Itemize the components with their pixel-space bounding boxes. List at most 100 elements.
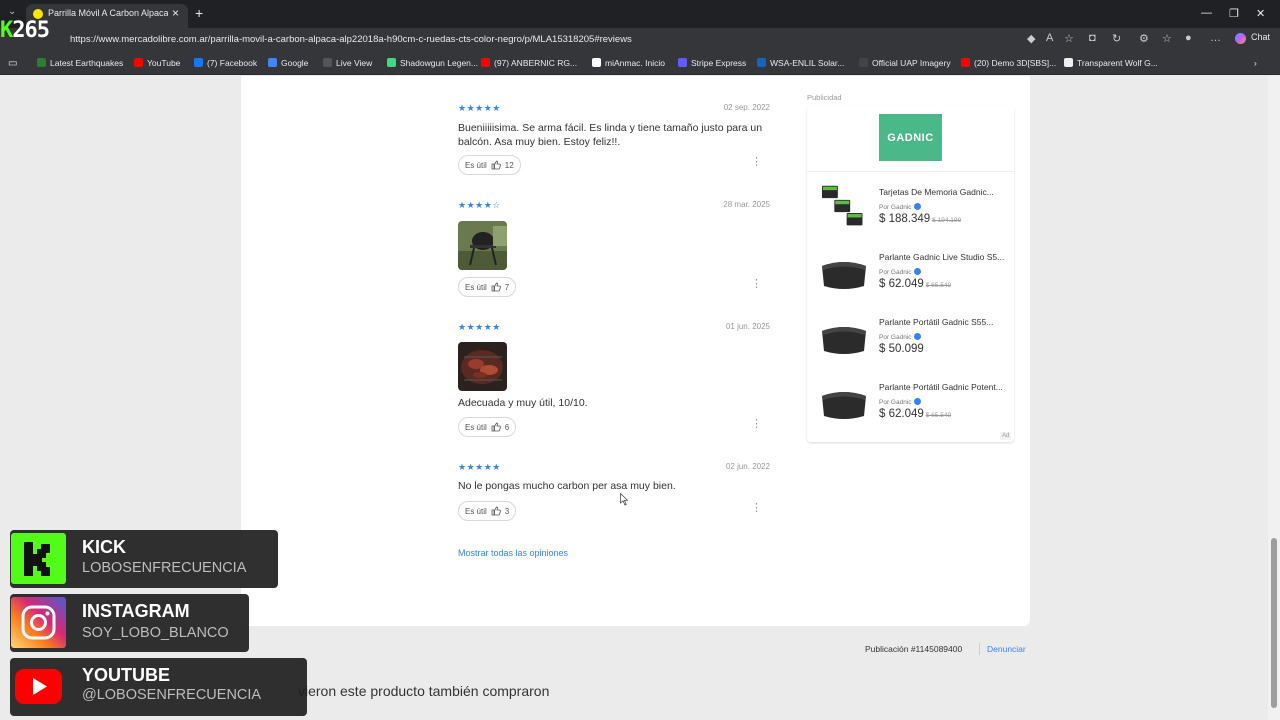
bookmark-item[interactable]: Shadowgun Legen... xyxy=(387,58,478,68)
bookmark-favicon-icon xyxy=(859,58,868,67)
bookmarks-overflow-icon[interactable]: › xyxy=(1254,58,1257,68)
bookmark-favicon-icon xyxy=(268,58,277,67)
ad-title[interactable]: Parlante Gadnic Live Studio S5... xyxy=(879,252,1007,262)
bookmark-label: Transparent Wolf G... xyxy=(1077,58,1158,68)
ad-seller: Por Gadnic xyxy=(879,398,1007,406)
read-aloud-icon[interactable]: A xyxy=(1046,32,1053,44)
ad-title[interactable]: Parlante Portátil Gadnic Potent... xyxy=(879,382,1007,392)
ads-label: Publicidad xyxy=(807,93,842,102)
bookmark-label: Official UAP Imagery xyxy=(872,58,951,68)
star-rating: ★★★★★ xyxy=(458,103,501,113)
bookmark-item[interactable]: miAnmac. Inicio xyxy=(592,58,665,68)
more-menu-icon[interactable]: … xyxy=(1210,32,1221,44)
speaker-image[interactable] xyxy=(818,317,870,361)
star-rating: ★★★★☆ xyxy=(458,200,501,210)
streamer-logo: K265 xyxy=(0,18,50,43)
refresh-icon[interactable]: ↻ xyxy=(1112,32,1121,45)
tag-icon[interactable]: ◆ xyxy=(1027,32,1035,45)
bookmark-item[interactable]: Google xyxy=(268,58,308,68)
helpful-button[interactable]: Es útil 7 xyxy=(458,277,517,297)
tab-list-icon[interactable]: ⌄ xyxy=(8,6,16,17)
divider xyxy=(979,643,980,655)
bookmark-item[interactable]: (20) Demo 3D[SBS]... xyxy=(961,58,1056,68)
memory-card-image[interactable] xyxy=(818,184,870,228)
helpful-count: 3 xyxy=(504,506,510,516)
bookmark-item[interactable]: WSA-ENLIL Solar... xyxy=(757,58,844,68)
bookmark-favicon-icon xyxy=(387,58,396,67)
review-item: ★★★★★ 02 jun. 2022 No le pongas mucho ca… xyxy=(458,462,770,524)
thumbs-up-icon xyxy=(491,282,501,292)
helpful-count: 6 xyxy=(504,422,510,432)
ad-item[interactable]: Parlante Portátil Gadnic Potent... Por G… xyxy=(879,382,1007,420)
ad-price: $ 62.049 $ 65.549 xyxy=(879,408,952,420)
star-rating: ★★★★★ xyxy=(458,462,501,472)
ad-item[interactable]: Parlante Portátil Gadnic S55... Por Gadn… xyxy=(879,317,1007,355)
review-date: 02 jun. 2022 xyxy=(725,462,770,471)
report-link[interactable]: Denunciar xyxy=(987,644,1026,654)
review-date: 01 jun. 2025 xyxy=(725,322,770,331)
review-text: Adecuada y muy útil, 10/10. xyxy=(458,397,588,409)
bookmark-favicon-icon xyxy=(592,58,601,67)
close-window-icon[interactable]: ✕ xyxy=(1256,7,1265,20)
ad-seller: Por Gadnic xyxy=(879,333,1007,341)
review-options-icon[interactable]: ⋮ xyxy=(751,157,762,168)
show-all-reviews-link[interactable]: Mostrar todas las opiniones xyxy=(458,548,568,558)
speaker-image[interactable] xyxy=(818,252,870,296)
bookmark-item[interactable]: Live View xyxy=(323,58,372,68)
instagram-handle: SOY_LOBO_BLANCO xyxy=(82,625,229,641)
favorite-star-icon[interactable]: ☆ xyxy=(1064,32,1074,45)
url-field[interactable]: https://www.mercadolibre.com.ar/parrilla… xyxy=(70,34,632,45)
helpful-button[interactable]: Es útil 3 xyxy=(458,501,517,521)
youtube-icon xyxy=(15,669,62,704)
sidebar-toggle-icon[interactable]: ▭ xyxy=(8,58,17,69)
favorites-icon[interactable]: ☆ xyxy=(1162,32,1172,45)
instagram-icon xyxy=(11,597,66,648)
review-options-icon[interactable]: ⋮ xyxy=(751,419,762,430)
ad-old-price: $ 65.549 xyxy=(925,282,952,289)
copilot-icon xyxy=(1235,33,1246,44)
ad-seller: Por Gadnic xyxy=(879,268,1007,276)
review-date: 28 mar. 2025 xyxy=(723,200,770,209)
ad-title[interactable]: Tarjetas De Memoria Gadnic... xyxy=(879,187,1007,197)
review-options-icon[interactable]: ⋮ xyxy=(751,279,762,290)
maximize-icon[interactable]: ❐ xyxy=(1229,7,1239,20)
helpful-button[interactable]: Es útil 12 xyxy=(458,155,521,175)
helpful-label: Es útil xyxy=(465,422,487,432)
new-tab-icon[interactable]: + xyxy=(195,5,203,21)
mouse-cursor-icon xyxy=(620,493,628,506)
minimize-icon[interactable]: — xyxy=(1201,7,1212,19)
kick-icon xyxy=(11,533,66,584)
review-options-icon[interactable]: ⋮ xyxy=(751,503,762,514)
helpful-button[interactable]: Es útil 6 xyxy=(458,417,517,437)
extension-icon[interactable]: ◘ xyxy=(1089,32,1096,44)
tab-close-icon[interactable]: × xyxy=(172,6,179,20)
bookmark-item[interactable]: Transparent Wolf G... xyxy=(1064,58,1158,68)
bookmark-item[interactable]: Stripe Express xyxy=(678,58,746,68)
ad-title[interactable]: Parlante Portátil Gadnic S55... xyxy=(879,317,1007,327)
chat-button[interactable]: Chat xyxy=(1251,32,1270,42)
bookmark-label: Live View xyxy=(336,58,373,68)
helpful-count: 12 xyxy=(504,160,514,170)
bookmark-favicon-icon xyxy=(961,58,970,67)
gadnic-logo[interactable]: GADNIC xyxy=(879,114,942,161)
extensions-icon[interactable]: ⚙ xyxy=(1139,32,1149,45)
speaker-image[interactable] xyxy=(818,382,870,426)
review-photo-meat[interactable] xyxy=(458,342,507,391)
bookmark-item[interactable]: YouTube xyxy=(134,58,180,68)
bookmark-label: Latest Earthquakes xyxy=(50,58,124,68)
tab-title[interactable]: Parrilla Móvil A Carbon Alpaca Alp xyxy=(48,8,168,18)
bookmark-item[interactable]: Official UAP Imagery xyxy=(859,58,951,68)
bookmark-item[interactable]: Latest Earthquakes xyxy=(37,58,123,68)
helpful-label: Es útil xyxy=(465,160,487,170)
bookmark-item[interactable]: (7) Facebook xyxy=(194,58,257,68)
ad-seller: Por Gadnic xyxy=(879,203,1007,211)
bookmark-item[interactable]: (97) ANBERNIC RG... xyxy=(481,58,577,68)
scrollbar-thumb[interactable] xyxy=(1271,538,1277,708)
bookmark-favicon-icon xyxy=(678,58,687,67)
review-photo-grill[interactable] xyxy=(458,221,507,270)
ad-item[interactable]: Parlante Gadnic Live Studio S5... Por Ga… xyxy=(879,252,1007,290)
profile-avatar-icon[interactable]: ● xyxy=(1185,32,1192,44)
bookmark-label: Google xyxy=(281,58,309,68)
ad-item[interactable]: Tarjetas De Memoria Gadnic... Por Gadnic… xyxy=(879,187,1007,225)
browser-tab-bar xyxy=(0,0,1280,28)
